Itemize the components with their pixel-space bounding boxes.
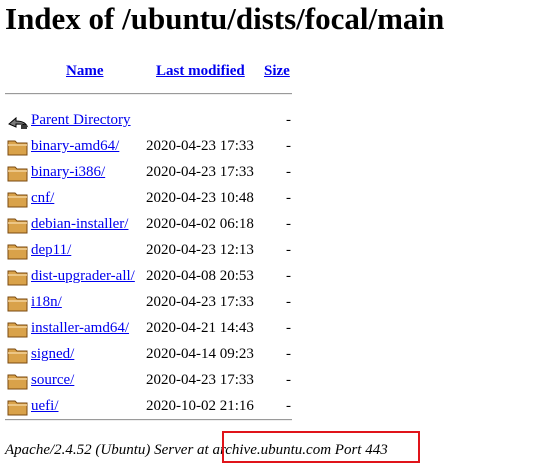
directory-row: binary-amd64/2020-04-23 17:33 - [0,134,300,158]
last-modified-date: 2020-04-23 12:13 [146,242,254,258]
directory-link[interactable]: binary-amd64/ [31,137,119,155]
directory-row: installer-amd64/2020-04-21 14:43 - [0,316,300,340]
top-divider [5,93,292,95]
directory-link[interactable]: source/ [31,371,74,389]
directory-link[interactable]: signed/ [31,345,74,363]
last-modified-date: 2020-04-23 17:33 [146,372,254,388]
page-title: Index of /ubuntu/dists/focal/main [5,1,445,36]
parent-directory-link[interactable]: Parent Directory [31,111,131,129]
size-value: - [286,242,291,258]
last-modified-date: 2020-04-23 17:33 [146,294,254,310]
sort-by-size-link[interactable]: Size [264,62,290,80]
folder-icon [7,400,28,416]
folder-icon [7,348,28,364]
folder-icon [7,374,28,390]
parent-size: - [286,112,291,128]
last-modified-date: 2020-04-02 06:18 [146,216,254,232]
last-modified-date: 2020-04-23 17:33 [146,138,254,154]
last-modified-date: 2020-10-02 21:16 [146,398,254,414]
folder-icon [7,296,28,312]
directory-link[interactable]: uefi/ [31,397,59,415]
directory-link[interactable]: dist-upgrader-all/ [31,267,135,285]
size-value: - [286,216,291,232]
directory-row: cnf/2020-04-23 10:48 - [0,186,300,210]
folder-icon [7,166,28,182]
folder-icon [7,270,28,286]
last-modified-date: 2020-04-23 10:48 [146,190,254,206]
directory-row: dep11/2020-04-23 12:13 - [0,238,300,262]
bottom-divider [5,419,292,421]
size-value: - [286,268,291,284]
size-value: - [286,320,291,336]
size-value: - [286,372,291,388]
last-modified-date: 2020-04-21 14:43 [146,320,254,336]
last-modified-date: 2020-04-23 17:33 [146,164,254,180]
directory-row: debian-installer/2020-04-02 06:18 - [0,212,300,236]
size-value: - [286,398,291,414]
directory-row: binary-i386/2020-04-23 17:33 - [0,160,300,184]
size-value: - [286,346,291,362]
size-value: - [286,138,291,154]
directory-row: uefi/2020-10-02 21:16 - [0,394,300,418]
directory-row: dist-upgrader-all/2020-04-08 20:53 - [0,264,300,288]
highlight-annotation-box [222,431,420,463]
directory-link[interactable]: i18n/ [31,293,62,311]
folder-icon [7,244,28,260]
size-value: - [286,294,291,310]
folder-icon [7,322,28,338]
size-value: - [286,190,291,206]
folder-icon [7,218,28,234]
last-modified-date: 2020-04-14 09:23 [146,346,254,362]
directory-link[interactable]: binary-i386/ [31,163,105,181]
directory-link[interactable]: installer-amd64/ [31,319,129,337]
parent-directory-row: Parent Directory - [0,108,300,132]
folder-icon [7,140,28,156]
directory-link[interactable]: debian-installer/ [31,215,128,233]
last-modified-date: 2020-04-08 20:53 [146,268,254,284]
sort-by-last-modified-link[interactable]: Last modified [156,62,245,80]
directory-row: signed/2020-04-14 09:23 - [0,342,300,366]
folder-icon [7,192,28,208]
size-value: - [286,164,291,180]
directory-link[interactable]: cnf/ [31,189,54,207]
directory-row: source/2020-04-23 17:33 - [0,368,300,392]
sort-by-name-link[interactable]: Name [66,62,104,80]
directory-row: i18n/2020-04-23 17:33 - [0,290,300,314]
back-arrow-icon [8,116,29,129]
directory-link[interactable]: dep11/ [31,241,71,259]
